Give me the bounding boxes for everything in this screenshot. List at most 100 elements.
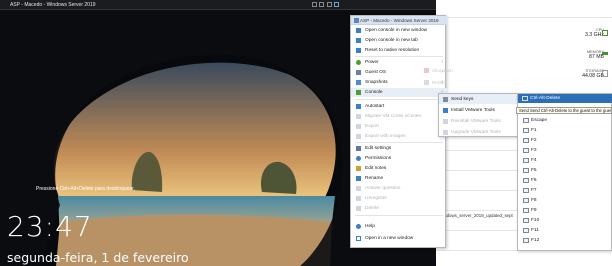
keyboard-icon <box>523 198 529 203</box>
restart-icon <box>424 80 429 85</box>
key-escape[interactable]: Escape <box>518 116 612 125</box>
permissions-icon <box>356 156 361 161</box>
submenu-install-tools[interactable]: Install VMware Tools <box>439 105 521 115</box>
menu-open-console-tab[interactable]: Open console in new tab <box>351 36 447 45</box>
menu-export[interactable]: Export <box>351 122 447 131</box>
console-title: ASP - Macedo - Windows Server 2019 <box>10 2 96 8</box>
console-controls[interactable] <box>312 2 340 8</box>
vm-actions-menu: ASP - Macedo - Windows Server 2019 Open … <box>350 15 447 248</box>
memory-icon <box>602 52 608 55</box>
keyboard-icon <box>523 118 529 123</box>
menu-unregister[interactable]: Unregister <box>351 194 447 203</box>
menu-edit-settings[interactable]: Edit settings <box>351 144 447 153</box>
question-icon <box>356 186 361 191</box>
keyboard-icon <box>523 208 529 213</box>
menu-header: ASP - Macedo - Windows Server 2019 <box>351 16 447 25</box>
new-window-icon <box>356 236 361 241</box>
snapshot-icon <box>356 80 361 85</box>
autostart-icon <box>356 104 361 109</box>
vm-icon <box>354 18 359 23</box>
menu-reset-resolution[interactable]: Reset to native resolution <box>351 46 447 55</box>
console-ctl-icon-2[interactable] <box>319 2 325 8</box>
console-submenu: Send keys › Install VMware Tools Reinsta… <box>438 93 521 137</box>
key-f7[interactable]: F7 <box>518 186 612 195</box>
keyboard-icon <box>523 168 529 173</box>
storage-icon <box>602 70 608 77</box>
power-icon <box>356 60 361 65</box>
rename-icon <box>356 176 361 181</box>
menu-export-images[interactable]: Export with images <box>351 132 447 141</box>
console-ctl-icon-1[interactable] <box>312 2 317 8</box>
vmware-tools-icon <box>443 118 448 124</box>
submenu-reinstall-tools[interactable]: Reinstall VMware Tools <box>439 116 521 126</box>
keyboard-icon <box>522 96 528 101</box>
console-icon <box>356 38 361 43</box>
keyboard-icon <box>523 218 529 223</box>
cpu-icon <box>602 30 608 36</box>
key-f11[interactable]: F11 <box>518 226 612 235</box>
menu-open-new-window[interactable]: Open in a new window <box>351 234 447 243</box>
menu-help[interactable]: Help <box>351 222 447 231</box>
menu-permissions[interactable]: Permissions <box>351 154 447 163</box>
keyboard-icon <box>523 178 529 183</box>
guest-shutdown[interactable]: Shut down <box>432 68 453 73</box>
chevron-right-icon: › <box>441 59 443 65</box>
menu-delete[interactable]: Delete <box>351 204 447 213</box>
key-f4[interactable]: F4 <box>518 156 612 165</box>
keyboard-icon <box>523 238 529 243</box>
export-icon <box>356 134 361 139</box>
menu-migrate[interactable]: Migrate VM Cross vCenter <box>351 112 447 121</box>
menu-open-console-window[interactable]: Open console in new window <box>351 26 447 35</box>
keyboard-icon <box>523 158 529 163</box>
keyboard-icon <box>523 148 529 153</box>
keyboard-icon <box>523 128 529 133</box>
ctrl-alt-delete-tooltip: Send Send Ctrl-Alt-Delete to the guest t… <box>516 107 612 114</box>
menu-power[interactable]: Power › <box>351 58 447 67</box>
menu-answer-question[interactable]: Answer question <box>351 184 447 193</box>
key-ctrl-alt-delete[interactable]: Ctrl-Alt-Delete <box>518 94 612 103</box>
datastore-path: windows_server_2019_updated_sept <box>440 213 513 218</box>
key-f3[interactable]: F3 <box>518 146 612 155</box>
guest-restart[interactable]: Restart <box>432 80 446 85</box>
export-icon <box>356 124 361 129</box>
key-f8[interactable]: F8 <box>518 196 612 205</box>
settings-icon <box>356 146 361 151</box>
console-titlebar: ASP - Macedo - Windows Server 2019 <box>0 0 436 10</box>
key-f10[interactable]: F10 <box>518 216 612 225</box>
help-icon <box>356 224 361 229</box>
key-f1[interactable]: F1 <box>518 126 612 135</box>
resolution-icon <box>356 48 361 53</box>
key-f6[interactable]: F6 <box>518 176 612 185</box>
console-icon <box>356 90 361 95</box>
send-keys-submenu: Ctrl-Alt-Delete Escape F1 F2 F3 F4 F5 F6… <box>517 93 612 251</box>
keyboard-icon <box>523 228 529 233</box>
guest-os-icon <box>356 70 361 75</box>
unregister-icon <box>356 196 361 201</box>
submenu-send-keys[interactable]: Send keys › <box>439 94 521 104</box>
shutdown-icon <box>424 68 429 73</box>
console-ctl-icon-3[interactable] <box>326 2 332 8</box>
keyboard-icon <box>443 96 448 102</box>
key-f12[interactable]: F12 <box>518 236 612 245</box>
vmware-tools-icon <box>443 107 448 113</box>
key-f2[interactable]: F2 <box>518 136 612 145</box>
unlock-hint: Pressione Ctrl+Alt+Delete para desbloque… <box>36 186 135 192</box>
key-f9[interactable]: F9 <box>518 206 612 215</box>
notes-icon <box>356 166 361 171</box>
menu-edit-notes[interactable]: Edit notes <box>351 164 447 173</box>
storage-value: 44.08 GB <box>582 73 604 79</box>
actions-icon[interactable] <box>333 2 339 8</box>
console-icon <box>356 28 361 33</box>
delete-icon <box>356 206 361 211</box>
submenu-upgrade-tools[interactable]: Upgrade VMware Tools <box>439 127 521 137</box>
storage-gauge: STORAGE 44.08 GB <box>582 69 604 79</box>
lock-clock: 23:47 <box>7 210 93 243</box>
lock-date: segunda-feira, 1 de fevereiro <box>7 250 189 265</box>
menu-header-title: ASP - Macedo - Windows Server 2019 <box>360 18 439 23</box>
key-f5[interactable]: F5 <box>518 166 612 175</box>
keyboard-icon <box>523 188 529 193</box>
keyboard-icon <box>523 138 529 143</box>
menu-rename[interactable]: Rename <box>351 174 447 183</box>
vmware-tools-icon <box>443 129 448 135</box>
migrate-icon <box>356 114 361 119</box>
